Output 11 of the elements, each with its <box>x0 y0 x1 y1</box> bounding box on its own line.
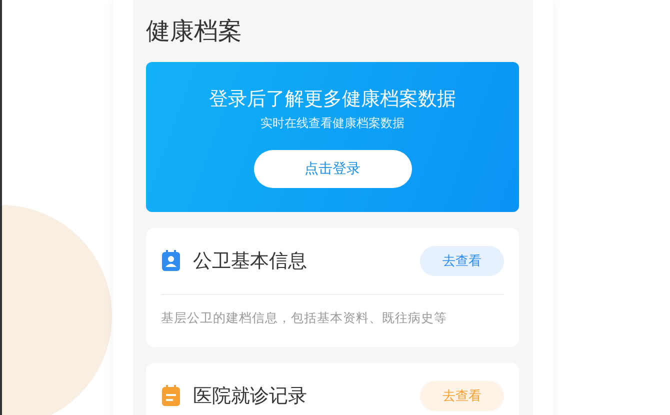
view-button[interactable]: 去查看 <box>420 381 504 411</box>
calendar-icon <box>161 385 181 407</box>
banner-headline: 登录后了解更多健康档案数据 <box>209 87 456 112</box>
card-description: 基层公卫的建档信息，包括基本资料、既往病史等 <box>161 309 448 327</box>
card-title: 公卫基本信息 <box>193 249 308 274</box>
login-button[interactable]: 点击登录 <box>254 150 412 188</box>
view-button[interactable]: 去查看 <box>420 246 504 276</box>
banner-subtitle: 实时在线查看健康档案数据 <box>260 115 404 132</box>
contact-card-icon <box>161 250 181 272</box>
page-title: 健康档案 <box>146 16 243 47</box>
card-title: 医院就诊记录 <box>193 384 308 409</box>
